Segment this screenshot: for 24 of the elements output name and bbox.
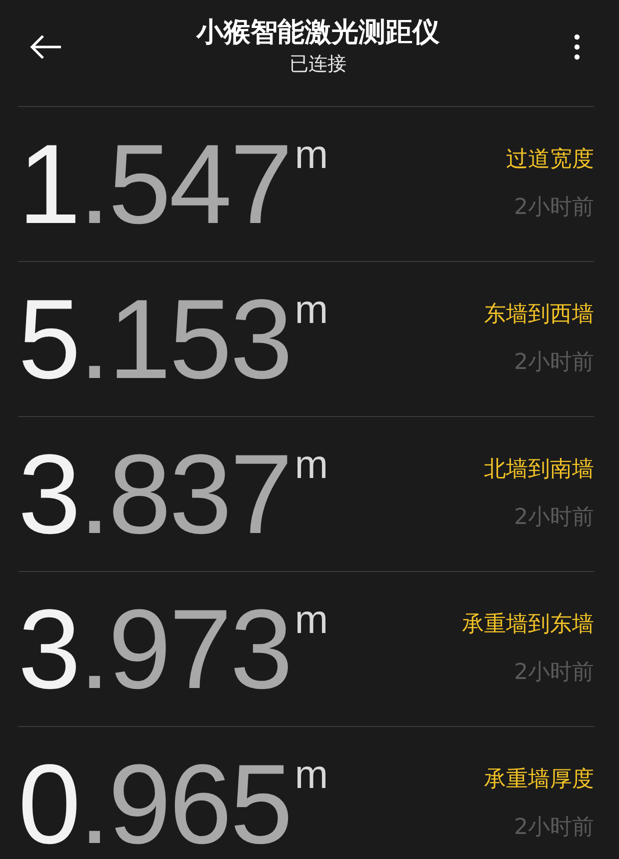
measurement-name: 承重墙厚度 — [484, 766, 594, 794]
distance-value: 3.973 — [18, 585, 291, 714]
connection-status: 已连接 — [290, 52, 346, 77]
distance-value: 5.153 — [18, 275, 291, 404]
timestamp: 2小时前 — [514, 504, 594, 532]
measurement-name: 北墙到南墙 — [484, 456, 594, 484]
timestamp: 2小时前 — [514, 349, 594, 377]
unit-label: m — [294, 445, 328, 485]
distance-value: 3.837 — [18, 430, 291, 559]
unit-label: m — [294, 600, 328, 640]
timestamp: 2小时前 — [514, 659, 594, 687]
back-arrow-icon[interactable] — [29, 34, 63, 60]
distance-value: 1.547 — [18, 120, 291, 249]
unit-label: m — [294, 135, 328, 175]
measurement-name: 东墙到西墙 — [484, 301, 594, 329]
timestamp: 2小时前 — [514, 814, 594, 842]
more-options-icon[interactable] — [573, 33, 581, 61]
app-title: 小猴智能激光测距仪 — [196, 16, 440, 50]
unit-label: m — [294, 755, 328, 795]
timestamp: 2小时前 — [514, 194, 594, 222]
unit-label: m — [294, 290, 328, 330]
distance-value: 0.965 — [18, 740, 291, 859]
measurement-name: 过道宽度 — [506, 146, 594, 174]
measurement-name: 承重墙到东墙 — [462, 611, 594, 639]
